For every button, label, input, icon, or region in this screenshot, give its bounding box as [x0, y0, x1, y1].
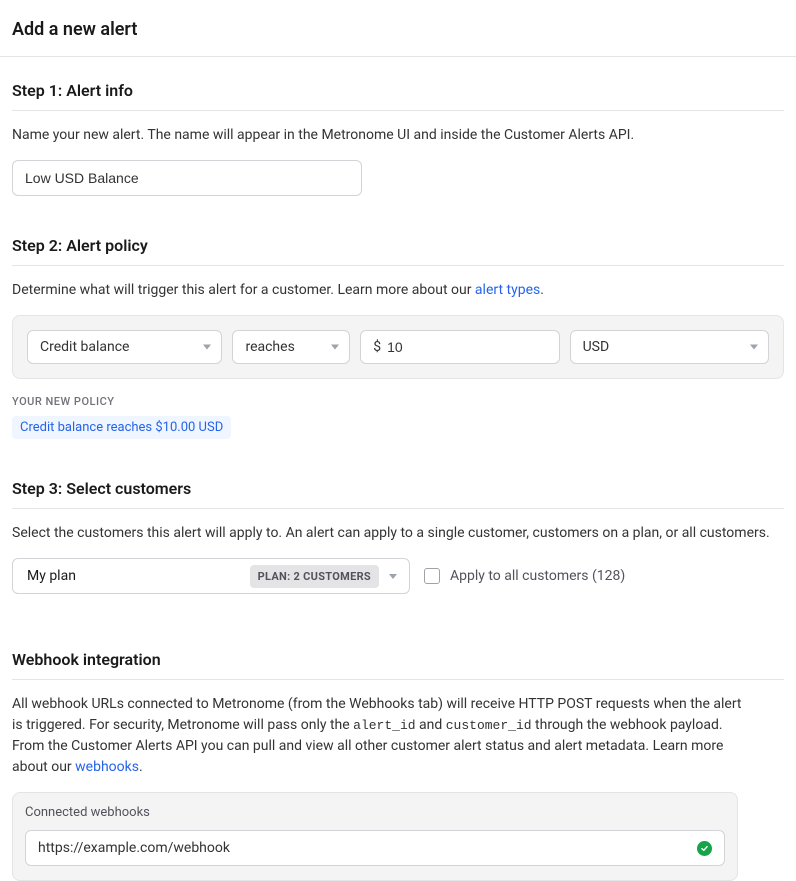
policy-summary-label: YOUR NEW POLICY: [12, 395, 784, 408]
threshold-input[interactable]: [387, 339, 547, 355]
webhook-entry: https://example.com/webhook: [25, 830, 725, 866]
webhook-desc-p2: and: [416, 717, 446, 733]
webhook-desc-suffix: .: [139, 759, 143, 775]
customer-select[interactable]: My plan PLAN: 2 CUSTOMERS: [12, 558, 410, 594]
step3-title: Step 3: Select customers: [12, 479, 784, 509]
step1-title: Step 1: Alert info: [12, 81, 784, 111]
chevron-down-icon: [331, 345, 339, 350]
condition-select-value: reaches: [245, 339, 294, 355]
step3-section: Step 3: Select customers Select the cust…: [0, 439, 796, 594]
step2-desc-prefix: Determine what will trigger this alert f…: [12, 282, 475, 298]
metric-select[interactable]: Credit balance: [27, 330, 222, 364]
webhook-url: https://example.com/webhook: [38, 840, 230, 856]
check-circle-icon: [697, 841, 712, 856]
webhooks-link[interactable]: webhooks: [75, 759, 139, 775]
customer-select-value: My plan: [27, 568, 76, 584]
chevron-down-icon: [750, 345, 758, 350]
policy-builder: Credit balance reaches $ USD: [12, 315, 784, 379]
step2-desc: Determine what will trigger this alert f…: [12, 280, 784, 301]
plan-badge: PLAN: 2 CUSTOMERS: [250, 565, 379, 588]
apply-all-wrap: Apply to all customers (128): [424, 568, 625, 584]
currency-prefix: $: [373, 339, 381, 355]
step1-section: Step 1: Alert info Name your new alert. …: [0, 57, 796, 196]
connected-webhooks-label: Connected webhooks: [25, 805, 725, 820]
condition-select[interactable]: reaches: [232, 330, 350, 364]
chevron-down-icon: [203, 345, 211, 350]
webhook-desc: All webhook URLs connected to Metronome …: [12, 694, 752, 778]
step3-desc: Select the customers this alert will app…: [12, 523, 784, 544]
webhook-code1: alert_id: [353, 718, 415, 733]
apply-all-label: Apply to all customers (128): [450, 568, 625, 584]
chevron-down-icon: [389, 574, 397, 579]
step2-desc-suffix: .: [540, 282, 544, 298]
webhook-section: Webhook integration All webhook URLs con…: [0, 594, 796, 881]
page-title: Add a new alert: [0, 0, 796, 57]
metric-select-value: Credit balance: [40, 339, 129, 355]
currency-select-value: USD: [583, 339, 610, 355]
customer-select-row: My plan PLAN: 2 CUSTOMERS Apply to all c…: [12, 558, 784, 594]
threshold-input-wrap[interactable]: $: [360, 330, 559, 364]
alert-types-link[interactable]: alert types: [475, 282, 540, 298]
step2-section: Step 2: Alert policy Determine what will…: [0, 196, 796, 439]
apply-all-checkbox[interactable]: [424, 568, 440, 584]
customer-badge-wrap: PLAN: 2 CUSTOMERS: [250, 565, 403, 588]
webhook-code2: customer_id: [446, 718, 532, 733]
currency-select[interactable]: USD: [570, 330, 769, 364]
alert-name-input[interactable]: [12, 160, 362, 196]
connected-webhooks-box: Connected webhooks https://example.com/w…: [12, 792, 738, 881]
webhook-title: Webhook integration: [12, 650, 784, 680]
step1-desc: Name your new alert. The name will appea…: [12, 125, 784, 146]
policy-summary-chip: Credit balance reaches $10.00 USD: [12, 416, 231, 439]
step2-title: Step 2: Alert policy: [12, 236, 784, 266]
